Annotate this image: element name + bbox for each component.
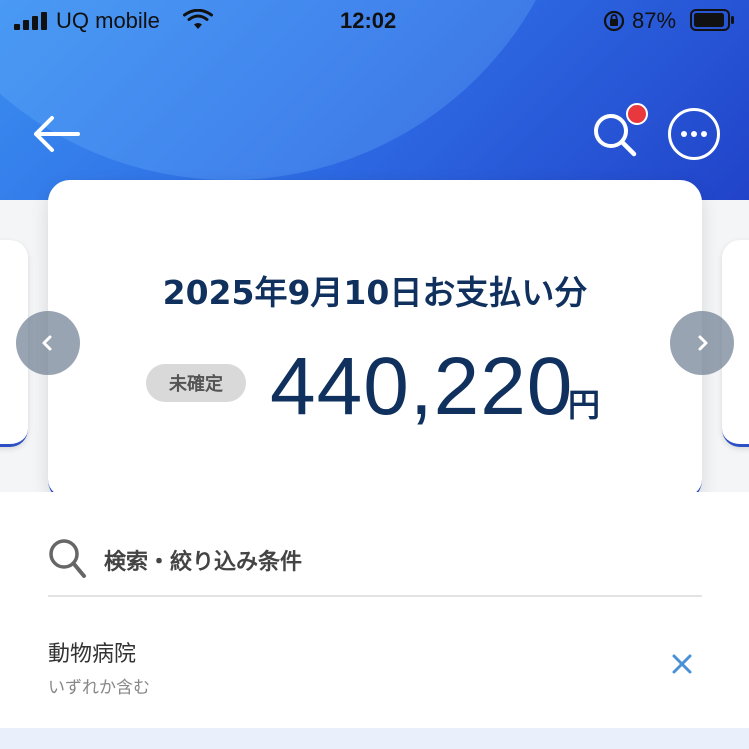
- filter-item-title: 動物病院: [48, 642, 137, 667]
- status-badge: 未確定: [146, 364, 246, 402]
- payment-card: 2025年9月10日お支払い分 未確定 440,220 円: [48, 180, 702, 502]
- close-icon[interactable]: [668, 650, 696, 678]
- divider: [48, 595, 702, 597]
- back-arrow-icon[interactable]: [30, 112, 84, 156]
- notification-dot: [626, 103, 648, 125]
- payment-amount: 440,220: [270, 341, 574, 432]
- orientation-lock-icon: [603, 10, 625, 32]
- cellular-signal-icon: [14, 12, 47, 30]
- currency-label: 円: [568, 386, 601, 424]
- battery-icon: [690, 9, 734, 31]
- more-options-button[interactable]: [668, 108, 720, 160]
- clock-time: 12:02: [340, 8, 397, 33]
- chevron-left-icon: [42, 335, 52, 351]
- bottom-area: [0, 728, 749, 749]
- carrier-name: UQ mobile: [56, 8, 160, 33]
- header: UQ mobile 12:02 87%: [0, 0, 749, 200]
- search-icon: [49, 539, 86, 578]
- payment-date-title: 2025年9月10日お支払い分: [162, 273, 588, 312]
- chevron-right-icon: [698, 335, 708, 351]
- search-filter-label: 検索・絞り込み条件: [104, 550, 303, 575]
- previous-button[interactable]: [16, 311, 80, 375]
- search-filter-row[interactable]: 検索・絞り込み条件: [48, 532, 702, 592]
- wifi-icon: [183, 9, 213, 29]
- next-button[interactable]: [670, 311, 734, 375]
- more-horizontal-icon: [681, 131, 707, 137]
- filter-item-subtitle: いずれか含む: [48, 678, 150, 698]
- battery-percentage: 87%: [632, 8, 677, 33]
- status-bar: UQ mobile 12:02 87%: [0, 0, 749, 40]
